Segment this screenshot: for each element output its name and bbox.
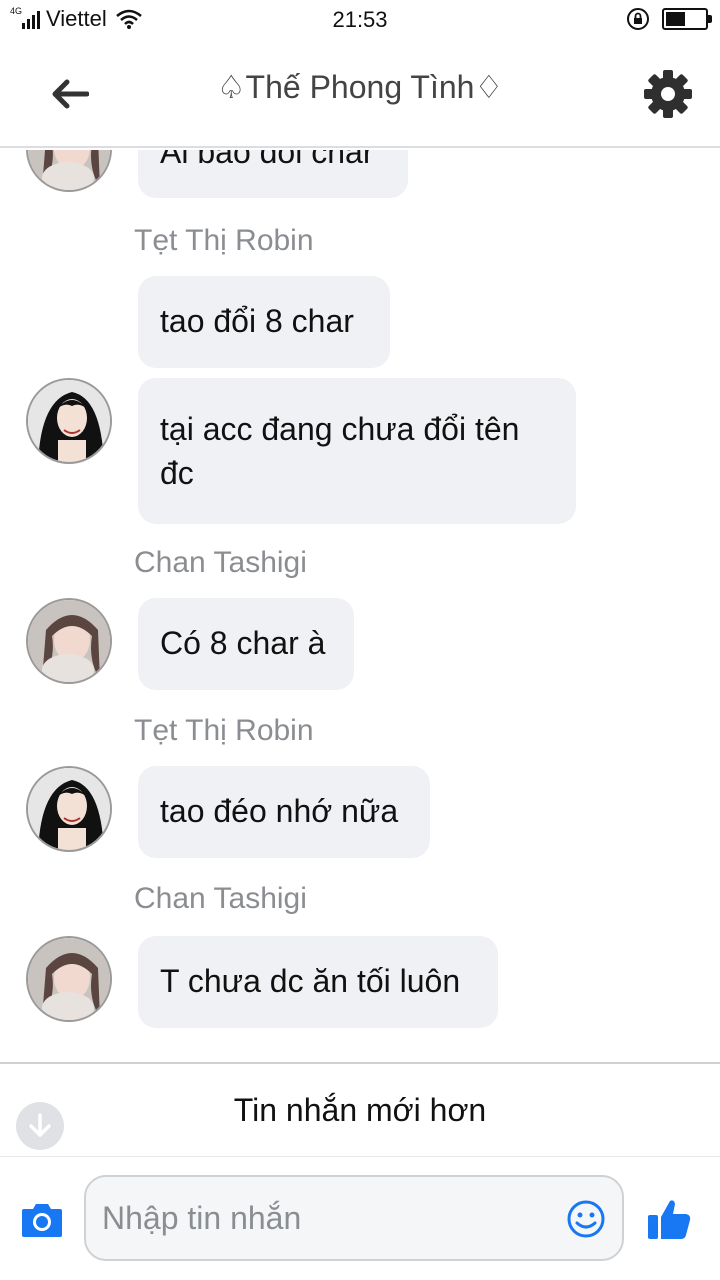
newer-messages-bar[interactable]: Tin nhắn mới hơn xyxy=(0,1064,720,1156)
girl-portrait-icon xyxy=(28,938,110,1020)
message-bubble[interactable]: tao đổi 8 char xyxy=(138,276,390,368)
status-time: 21:53 xyxy=(332,7,388,32)
anime-portrait-icon xyxy=(28,380,110,462)
battery-fill xyxy=(666,12,685,26)
girl-portrait-icon xyxy=(28,600,110,682)
anime-portrait-icon xyxy=(28,768,110,850)
message-bubble[interactable]: T chưa dc ăn tối luôn xyxy=(138,936,498,1028)
message-bubble[interactable]: tại acc đang chưa đổi tên đc xyxy=(138,378,576,524)
status-bar: 4G Viettel 21:53 xyxy=(0,0,720,40)
message-input[interactable] xyxy=(102,1193,552,1243)
girl-portrait-icon xyxy=(28,150,110,190)
chat-header: ♤Thế Phong Tình♢ xyxy=(0,40,720,148)
camera-icon[interactable] xyxy=(20,1201,64,1239)
rotation-lock-icon xyxy=(627,8,649,30)
conversation-title: ♤Thế Phong Tình♢ xyxy=(216,69,504,105)
avatar-chan-tashigi[interactable] xyxy=(26,150,112,192)
avatar-chan-tashigi[interactable] xyxy=(26,598,112,684)
emoji-icon[interactable] xyxy=(566,1199,606,1239)
back-button[interactable] xyxy=(44,70,96,118)
gear-icon[interactable] xyxy=(642,68,694,120)
message-list[interactable]: Ai bảo đổi char Tẹt Thị Robin tao đổi 8 … xyxy=(0,150,720,1062)
message-input-box[interactable] xyxy=(84,1175,624,1261)
avatar-tet-thi-robin[interactable] xyxy=(26,378,112,464)
avatar-tet-thi-robin[interactable] xyxy=(26,766,112,852)
avatar-chan-tashigi[interactable] xyxy=(26,936,112,1022)
status-right xyxy=(626,7,712,31)
newer-messages-label[interactable]: Tin nhắn mới hơn xyxy=(0,1092,720,1129)
arrow-left-icon xyxy=(52,79,89,109)
message-bubble[interactable]: tao đéo nhớ nữa xyxy=(138,766,430,858)
message-bubble[interactable]: Ai bảo đổi char xyxy=(138,150,408,198)
battery-icon xyxy=(662,8,712,30)
message-bubble[interactable]: Có 8 char à xyxy=(138,598,354,690)
thumbs-up-icon[interactable] xyxy=(646,1197,692,1241)
sender-name: Chan Tashigi xyxy=(134,882,307,915)
sender-name: Tẹt Thị Robin xyxy=(134,224,314,257)
sender-name: Chan Tashigi xyxy=(134,546,307,579)
sender-name: Tẹt Thị Robin xyxy=(134,714,314,747)
message-composer xyxy=(0,1156,720,1280)
